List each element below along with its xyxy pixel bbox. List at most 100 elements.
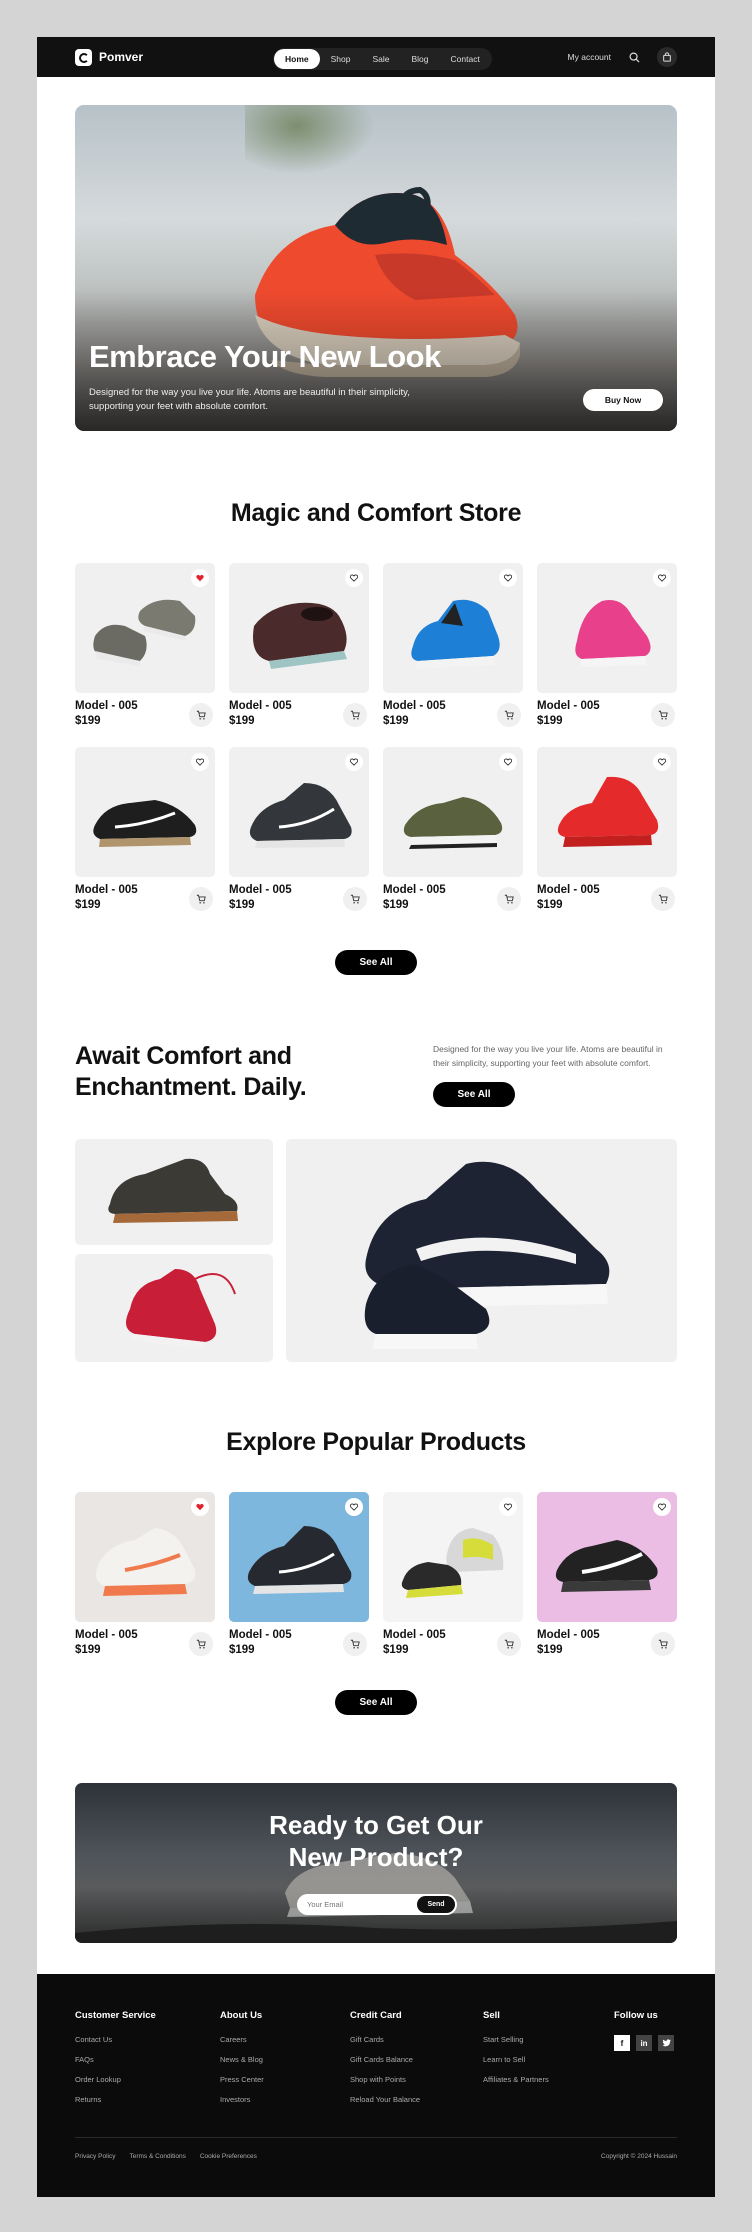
heart-icon[interactable]	[191, 569, 209, 587]
product-card[interactable]: Model - 005 $199	[537, 1492, 677, 1656]
product-card[interactable]: Model - 005 $199	[383, 747, 523, 911]
linkedin-icon[interactable]: in	[636, 2035, 652, 2051]
heart-icon[interactable]	[499, 569, 517, 587]
product-card[interactable]: Model - 005 $199	[229, 1492, 369, 1656]
add-to-cart-icon[interactable]	[343, 887, 367, 911]
add-to-cart-icon[interactable]	[189, 887, 213, 911]
add-to-cart-icon[interactable]	[497, 703, 521, 727]
brand[interactable]: Pomver	[75, 48, 144, 66]
await-see-all-button[interactable]: See All	[433, 1082, 515, 1107]
store-see-all-button[interactable]: See All	[335, 950, 417, 975]
footer-link[interactable]: Careers	[220, 2035, 264, 2044]
heart-icon[interactable]	[499, 1498, 517, 1516]
add-to-cart-icon[interactable]	[651, 1632, 675, 1656]
footer-link[interactable]: Gift Cards Balance	[350, 2055, 420, 2064]
search-icon[interactable]	[624, 47, 644, 67]
heart-icon[interactable]	[653, 569, 671, 587]
footer-link[interactable]: News & Blog	[220, 2055, 264, 2064]
footer-column-customer-service: Customer Service Contact Us FAQs Order L…	[75, 2010, 156, 2115]
product-card[interactable]: Model - 005 $199	[383, 1492, 523, 1656]
heart-icon[interactable]	[499, 753, 517, 771]
add-to-cart-icon[interactable]	[651, 703, 675, 727]
bag-icon[interactable]	[657, 47, 677, 67]
footer-divider	[75, 2137, 677, 2138]
cta-title: Ready to Get Our New Product?	[75, 1809, 677, 1873]
cookie-preferences-link[interactable]: Cookie Preferences	[200, 2153, 257, 2160]
privacy-policy-link[interactable]: Privacy Policy	[75, 2153, 115, 2160]
product-card[interactable]: Model - 005 $199	[229, 563, 369, 727]
nav-links: Home Shop Sale Blog Contact	[273, 48, 492, 70]
product-card[interactable]: Model - 005 $199	[537, 563, 677, 727]
nav-link-blog[interactable]: Blog	[401, 49, 440, 69]
footer-link[interactable]: FAQs	[75, 2055, 156, 2064]
nav-link-sale[interactable]: Sale	[361, 49, 400, 69]
footer-column-title: Customer Service	[75, 2010, 156, 2021]
heart-icon[interactable]	[345, 1498, 363, 1516]
shoe-image-red-hightop	[126, 1269, 236, 1349]
footer-link[interactable]: Reload Your Balance	[350, 2095, 420, 2104]
product-image	[537, 747, 677, 877]
await-title-line1: Await Comfort and	[75, 1042, 292, 1070]
product-card[interactable]: Model - 005 $199	[537, 747, 677, 911]
footer-link[interactable]: Press Center	[220, 2075, 264, 2084]
footer-column-title: Sell	[483, 2010, 500, 2021]
heart-icon[interactable]	[191, 753, 209, 771]
add-to-cart-icon[interactable]	[651, 887, 675, 911]
heart-icon[interactable]	[345, 569, 363, 587]
twitter-icon[interactable]	[658, 2035, 674, 2051]
add-to-cart-icon[interactable]	[343, 1632, 367, 1656]
footer-link[interactable]: Start Selling	[483, 2035, 549, 2044]
product-price: $199	[537, 1644, 563, 1656]
footer-link[interactable]: Affiliates & Partners	[483, 2075, 549, 2084]
footer-link[interactable]: Shop with Points	[350, 2075, 420, 2084]
brand-name: Pomver	[99, 50, 144, 64]
product-card[interactable]: Model - 005 $199	[75, 563, 215, 727]
product-name: Model - 005	[537, 884, 600, 896]
add-to-cart-icon[interactable]	[497, 1632, 521, 1656]
footer-link[interactable]: Learn to Sell	[483, 2055, 549, 2064]
product-price: $199	[229, 899, 255, 911]
shoe-image-black-basketball	[247, 1526, 352, 1594]
shoe-image-dark-basketball	[249, 783, 352, 848]
add-to-cart-icon[interactable]	[497, 887, 521, 911]
product-card[interactable]: Model - 005 $199	[229, 747, 369, 911]
my-account-link[interactable]: My account	[568, 52, 611, 62]
footer-link[interactable]: Investors	[220, 2095, 264, 2104]
heart-icon[interactable]	[653, 1498, 671, 1516]
email-field[interactable]	[307, 1900, 407, 1909]
footer: Customer Service Contact Us FAQs Order L…	[37, 1974, 715, 2197]
footer-follow-us: Follow us f in	[614, 2010, 674, 2051]
hero-banner: Embrace Your New Look Designed for the w…	[75, 105, 677, 431]
await-section-title: Await Comfort and Enchantment. Daily.	[75, 1041, 307, 1103]
footer-link[interactable]: Returns	[75, 2095, 156, 2104]
send-button[interactable]: Send	[417, 1896, 455, 1913]
footer-link[interactable]: Gift Cards	[350, 2035, 420, 2044]
popular-see-all-button[interactable]: See All	[335, 1690, 417, 1715]
footer-link[interactable]: Order Lookup	[75, 2075, 156, 2084]
heart-icon[interactable]	[653, 753, 671, 771]
shoe-image-black-trainer	[555, 1540, 658, 1592]
terms-link[interactable]: Terms & Conditions	[129, 2153, 185, 2160]
product-price: $199	[383, 899, 409, 911]
shoe-image-navy-puma	[364, 1161, 610, 1349]
shoe-image-brown-boot	[108, 1158, 238, 1223]
nav-link-home[interactable]: Home	[274, 49, 320, 69]
product-card[interactable]: Model - 005 $199	[75, 747, 215, 911]
footer-column-title: About Us	[220, 2010, 263, 2021]
footer-column-about-us: About Us Careers News & Blog Press Cente…	[220, 2010, 264, 2115]
heart-icon[interactable]	[345, 753, 363, 771]
heart-icon[interactable]	[191, 1498, 209, 1516]
add-to-cart-icon[interactable]	[189, 1632, 213, 1656]
product-image	[537, 1492, 677, 1622]
nav-link-contact[interactable]: Contact	[440, 49, 491, 69]
product-image	[383, 1492, 523, 1622]
product-card[interactable]: Model - 005 $199	[75, 1492, 215, 1656]
add-to-cart-icon[interactable]	[189, 703, 213, 727]
product-card[interactable]: Model - 005 $199	[383, 563, 523, 727]
facebook-icon[interactable]: f	[614, 2035, 630, 2051]
buy-now-button[interactable]: Buy Now	[583, 389, 663, 411]
nav-link-shop[interactable]: Shop	[320, 49, 362, 69]
footer-legal-links: Privacy Policy Terms & Conditions Cookie…	[75, 2153, 257, 2160]
add-to-cart-icon[interactable]	[343, 703, 367, 727]
footer-link[interactable]: Contact Us	[75, 2035, 156, 2044]
